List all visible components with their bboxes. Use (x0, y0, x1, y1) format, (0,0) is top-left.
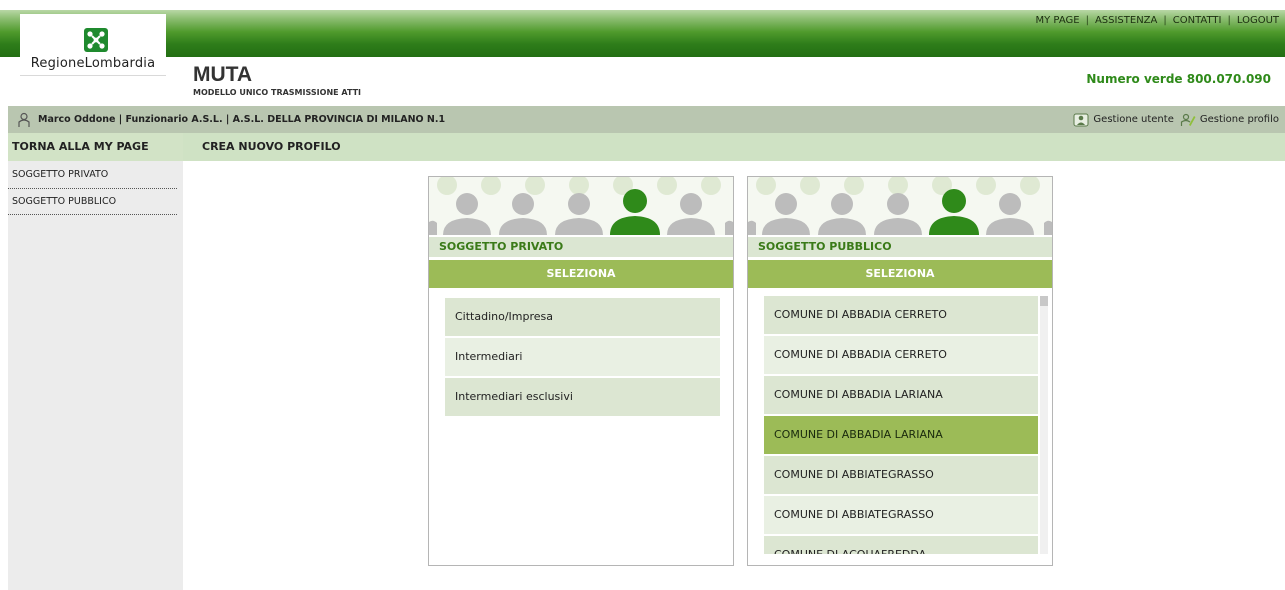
list-item[interactable]: Intermediari (445, 338, 720, 376)
sidebar-back-to-my-page[interactable]: TORNA ALLA MY PAGE (8, 133, 183, 161)
sidebar-item-soggetto-privato[interactable]: SOGGETTO PRIVATO (8, 161, 177, 189)
regione-lombardia-logo[interactable]: RegioneLombardia (20, 14, 166, 76)
list-item[interactable]: COMUNE DI ABBADIA CERRETO (764, 336, 1038, 374)
seleziona-header: SELEZIONA (748, 260, 1052, 288)
list-item-selected[interactable]: COMUNE DI ABBADIA LARIANA (764, 416, 1038, 454)
list-item[interactable]: COMUNE DI ABBIATEGRASSO (764, 456, 1038, 494)
list-item[interactable]: Cittadino/Impresa (445, 298, 720, 336)
user-management-icon (1073, 113, 1089, 126)
app-title: MUTA (193, 63, 253, 86)
user-info-text: Marco Oddone | Funzionario A.S.L. | A.S.… (38, 114, 446, 125)
sidebar-item-soggetto-pubblico[interactable]: SOGGETTO PUBBLICO (8, 189, 177, 215)
people-banner-icon (748, 177, 1052, 235)
list-item[interactable]: COMUNE DI ABBIATEGRASSO (764, 496, 1038, 534)
profile-edit-icon (1180, 113, 1196, 126)
top-nav-links: MY PAGE | ASSISTENZA | CONTATTI | LOGOUT (1036, 15, 1279, 26)
gestione-profilo-button[interactable]: Gestione profilo (1180, 112, 1279, 128)
link-contatti[interactable]: CONTATTI (1173, 15, 1222, 26)
rosa-camuna-icon (84, 28, 108, 52)
link-logout[interactable]: LOGOUT (1237, 15, 1279, 26)
list-item[interactable]: COMUNE DI ABBADIA CERRETO (764, 296, 1038, 334)
user-actions: Gestione utente Gestione profilo (1073, 106, 1279, 133)
nav-separator: | (1227, 15, 1231, 26)
panel-title: SOGGETTO PRIVATO (429, 237, 733, 257)
user-info-bar: Marco Oddone | Funzionario A.S.L. | A.S.… (8, 106, 1285, 133)
nav-separator: | (1085, 15, 1089, 26)
list-scrollbar[interactable] (1040, 296, 1048, 554)
toll-free-number: Numero verde 800.070.090 (1086, 72, 1271, 86)
link-assistenza[interactable]: ASSISTENZA (1095, 15, 1157, 26)
scrollbar-thumb[interactable] (1040, 296, 1048, 306)
list-item[interactable]: COMUNE DI ACQUAFREDDA (764, 536, 1038, 554)
list-item[interactable]: Intermediari esclusivi (445, 378, 720, 416)
seleziona-header: SELEZIONA (429, 260, 733, 288)
panel-soggetto-privato: SOGGETTO PRIVATO SELEZIONA Cittadino/Imp… (428, 176, 734, 566)
gestione-utente-label: Gestione utente (1093, 114, 1174, 125)
gestione-utente-button[interactable]: Gestione utente (1073, 112, 1174, 128)
panel-title: SOGGETTO PUBBLICO (748, 237, 1052, 257)
user-icon (18, 112, 30, 127)
public-options-scroll-area[interactable]: COMUNE DI ABBADIA CERRETO COMUNE DI ABBA… (764, 296, 1044, 554)
nav-separator: | (1163, 15, 1167, 26)
public-options-list: COMUNE DI ABBADIA CERRETO COMUNE DI ABBA… (764, 296, 1038, 554)
gestione-profilo-label: Gestione profilo (1199, 114, 1279, 125)
logo-text: RegioneLombardia (30, 56, 156, 71)
link-my-page[interactable]: MY PAGE (1036, 15, 1080, 26)
people-banner-icon (429, 177, 733, 235)
panel-soggetto-pubblico: SOGGETTO PUBBLICO SELEZIONA COMUNE DI AB… (747, 176, 1053, 566)
app-brand: MUTA MODELLO UNICO TRASMISSIONE ATTI (183, 57, 503, 104)
private-options-list: Cittadino/Impresa Intermediari Intermedi… (445, 298, 720, 418)
list-item[interactable]: COMUNE DI ABBADIA LARIANA (764, 376, 1038, 414)
app-subtitle: MODELLO UNICO TRASMISSIONE ATTI (193, 88, 362, 97)
page-title: CREA NUOVO PROFILO (183, 133, 1285, 161)
sidebar: TORNA ALLA MY PAGE SOGGETTO PRIVATO SOGG… (8, 133, 183, 590)
